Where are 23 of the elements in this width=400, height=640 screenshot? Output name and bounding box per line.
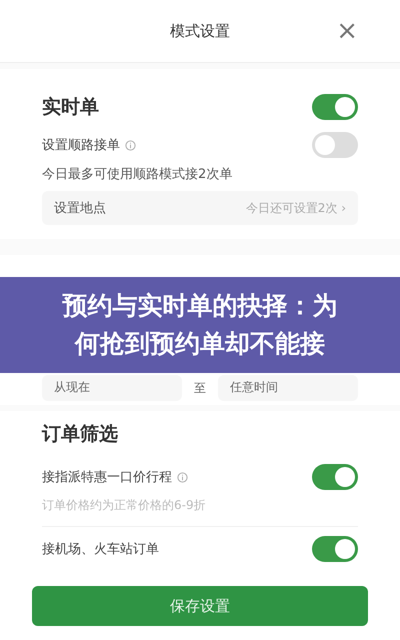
info-icon[interactable] <box>177 472 188 482</box>
range-separator: 至 <box>194 380 206 396</box>
setting-label: 设置顺路接单 <box>42 137 120 154</box>
info-icon[interactable] <box>125 140 136 150</box>
section-title: 实时单 <box>42 95 99 120</box>
location-row[interactable]: 设置地点 今日还可设置2次 › <box>42 191 358 225</box>
setting-label: 接指派特惠一口价行程 <box>42 469 172 486</box>
title-banner: 预约与实时单的抉择：为何抢到预约单却不能接 <box>0 277 400 373</box>
close-button[interactable]: × <box>336 18 358 44</box>
setting-label: 接机场、火车站订单 <box>42 541 159 558</box>
limit-note: 今日最多可使用顺路模式接2次单 <box>42 166 234 183</box>
toggle-switch[interactable] <box>312 464 358 490</box>
start-time-field[interactable]: 从现在 <box>42 375 182 401</box>
price-note: 订单价格约为正常价格的6-9折 <box>42 497 207 514</box>
toggle-switch[interactable] <box>312 536 358 562</box>
section-title: 订单筛选 <box>42 422 119 447</box>
toggle-switch[interactable] <box>312 132 358 158</box>
end-time-field[interactable]: 任意时间 <box>218 375 358 401</box>
toggle-switch[interactable] <box>312 94 358 120</box>
location-value: 今日还可设置2次 › <box>246 200 346 216</box>
window-title: 模式设置 <box>170 22 230 40</box>
location-label: 设置地点 <box>54 200 106 217</box>
save-button[interactable]: 保存设置 <box>32 586 368 626</box>
